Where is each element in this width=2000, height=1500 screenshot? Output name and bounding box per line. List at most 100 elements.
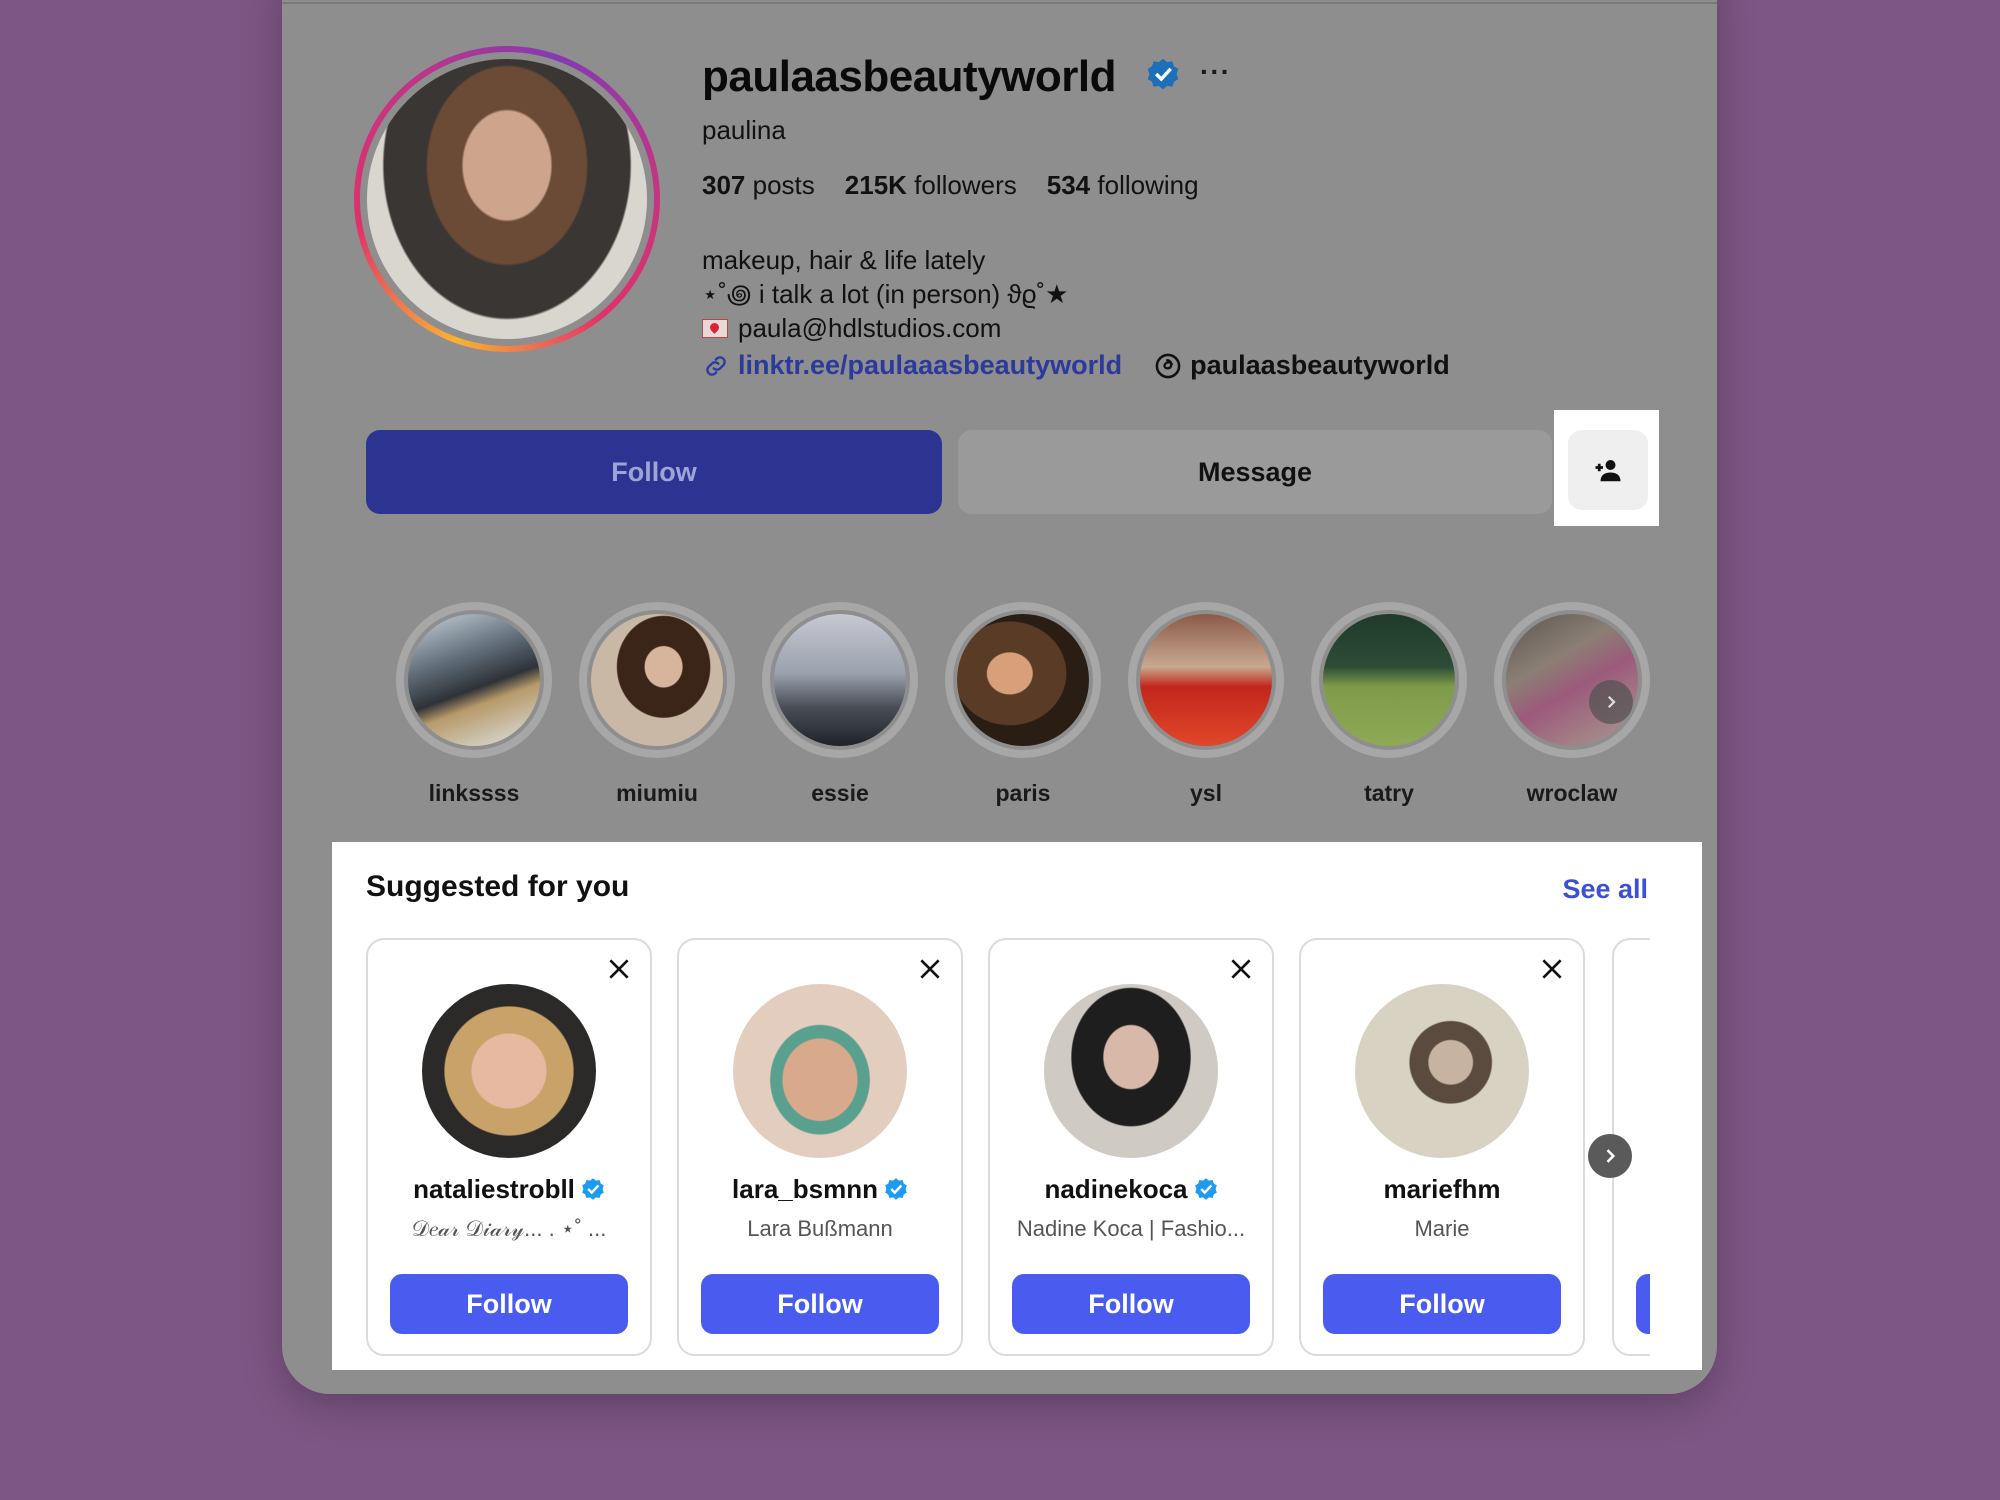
chevron-right-icon — [1606, 1149, 1616, 1163]
dismiss-close-icon[interactable] — [606, 956, 632, 982]
verified-badge-icon — [1147, 58, 1179, 90]
profile-bio: makeup, hair & life lately ⋆˚꩜ i talk a … — [702, 243, 1068, 345]
highlight-ring — [579, 602, 735, 758]
suggested-username[interactable]: nadinekoca — [990, 1174, 1272, 1205]
suggested-accounts-button[interactable] — [1568, 430, 1648, 510]
highlight-label: paris — [995, 780, 1051, 806]
highlight-ring — [762, 602, 918, 758]
see-all-link[interactable]: See all — [1562, 874, 1648, 905]
threads-icon[interactable] — [1154, 352, 1182, 380]
more-options-button[interactable]: ··· — [1200, 56, 1231, 88]
follow-button[interactable]: Follow — [366, 430, 942, 514]
threads-handle[interactable]: paulaasbeautyworld — [1190, 350, 1450, 381]
profile-avatar-story-ring[interactable] — [354, 46, 660, 352]
highlight-cover — [1140, 614, 1272, 746]
highlight-label: ysl — [1190, 780, 1222, 806]
avatar-gap — [360, 52, 654, 346]
verified-badge-icon — [1194, 1178, 1217, 1200]
profile-avatar — [367, 59, 647, 339]
highlight-paris[interactable]: paris — [943, 602, 1103, 807]
highlight-label: essie — [811, 780, 869, 806]
highlight-cover — [408, 614, 540, 746]
highlight-label: tatry — [1364, 780, 1414, 806]
username-text: nataliestrobll — [413, 1174, 575, 1204]
suggested-username[interactable]: lara_bsmnn — [679, 1174, 961, 1205]
profile-external-link[interactable]: linktr.ee/paulaaasbeautyworld — [738, 350, 1122, 381]
highlight-ring — [1128, 602, 1284, 758]
highlight-cover — [1323, 614, 1455, 746]
username-text: lara_bsmnn — [732, 1174, 878, 1204]
posts-label: posts — [752, 170, 815, 200]
posts-stat: 307 posts — [702, 170, 815, 201]
bio-line: paula@hdlstudios.com — [702, 311, 1068, 345]
suggested-follow-button[interactable]: Follow — [1323, 1274, 1561, 1334]
followers-stat[interactable]: 215K followers — [845, 170, 1017, 201]
dismiss-close-icon[interactable] — [1539, 956, 1565, 982]
highlight-gap — [1319, 610, 1459, 750]
highlight-miumiu[interactable]: miumiu — [577, 602, 737, 807]
dismiss-close-icon[interactable] — [917, 956, 943, 982]
verified-badge-icon — [885, 1178, 907, 1200]
top-divider — [282, 2, 1717, 4]
profile-username: paulaasbeautyworld — [702, 52, 1117, 101]
love-letter-icon — [702, 318, 728, 338]
suggested-avatar[interactable] — [422, 984, 596, 1158]
dismiss-close-icon[interactable] — [1228, 956, 1254, 982]
highlight-label: linkssss — [428, 780, 520, 806]
suggested-subtitle: 𝒟𝑒𝒶𝓇 𝒟𝒾𝒶𝓇𝓎... . ⋆˚ ... — [411, 1216, 607, 1241]
suggested-next-button[interactable] — [1588, 1134, 1632, 1178]
suggested-subtitle: Lara Bußmann — [747, 1216, 893, 1241]
followers-count: 215K — [844, 170, 907, 200]
suggested-card: nataliestrobll 𝒟𝑒𝒶𝓇 𝒟𝒾𝒶𝓇𝓎... . ⋆˚ ... Fo… — [366, 938, 652, 1356]
verified-badge-icon — [582, 1178, 604, 1200]
suggested-card: lara_bsmnn Lara Bußmann Follow — [677, 938, 963, 1356]
suggested-toggle-highlight — [1554, 410, 1659, 526]
following-label: following — [1097, 170, 1199, 200]
suggested-card: mariefhm Marie Follow — [1299, 938, 1585, 1356]
username-text: mariefhm — [1383, 1174, 1501, 1204]
highlight-label: wroclaw — [1526, 780, 1618, 806]
person-add-icon — [1595, 460, 1621, 482]
suggested-card: nadinekoca Nadine Koca | Fashio... Follo… — [988, 938, 1274, 1356]
profile-links: linktr.ee/paulaaasbeautyworld paulaasbea… — [702, 350, 1450, 381]
highlight-cover — [1506, 614, 1638, 746]
highlight-ring — [1311, 602, 1467, 758]
highlight-cover — [774, 614, 906, 746]
suggested-panel: Suggested for you See all nataliestrobll… — [332, 842, 1702, 1370]
highlight-gap — [587, 610, 727, 750]
suggested-avatar[interactable] — [1355, 984, 1529, 1158]
following-stat[interactable]: 534 following — [1047, 170, 1199, 201]
highlight-label: miumiu — [616, 780, 698, 806]
highlight-cover — [957, 614, 1089, 746]
bio-line: makeup, hair & life lately — [702, 245, 986, 275]
suggested-avatar[interactable] — [733, 984, 907, 1158]
highlight-tatry[interactable]: tatry — [1309, 602, 1469, 807]
suggested-username[interactable]: mariefhm — [1301, 1174, 1583, 1205]
message-button[interactable]: Message — [958, 430, 1552, 514]
highlight-ring — [396, 602, 552, 758]
suggested-follow-button[interactable]: Follow — [1012, 1274, 1250, 1334]
bio-email: paula@hdlstudios.com — [738, 313, 1002, 343]
highlight-ysl[interactable]: ysl — [1126, 602, 1286, 807]
suggested-follow-button[interactable]: Follow — [390, 1274, 628, 1334]
highlight-cover — [591, 614, 723, 746]
suggested-subtitle: Nadine Koca | Fashio... — [1016, 1216, 1246, 1241]
suggested-username[interactable]: nataliestrobll — [368, 1174, 650, 1205]
followers-label: followers — [914, 170, 1017, 200]
suggested-avatar[interactable] — [1044, 984, 1218, 1158]
highlight-linkssss[interactable]: linkssss — [394, 602, 554, 807]
chevron-right-icon — [1607, 695, 1616, 709]
suggested-title: Suggested for you — [366, 870, 630, 903]
highlight-gap — [770, 610, 910, 750]
suggested-subtitle: Marie — [1414, 1216, 1470, 1241]
username-text: nadinekoca — [1044, 1174, 1188, 1204]
highlight-essie[interactable]: essie — [760, 602, 920, 807]
highlights-next-button[interactable] — [1589, 680, 1633, 724]
highlight-gap — [953, 610, 1093, 750]
bio-line: ⋆˚꩜ i talk a lot (in person) ϑϱ˚★ — [702, 279, 1069, 309]
posts-count: 307 — [702, 170, 746, 200]
suggested-follow-button[interactable]: Follow — [701, 1274, 939, 1334]
following-count: 534 — [1046, 170, 1091, 200]
highlight-gap — [404, 610, 544, 750]
suggested-edge — [1650, 938, 1702, 1358]
